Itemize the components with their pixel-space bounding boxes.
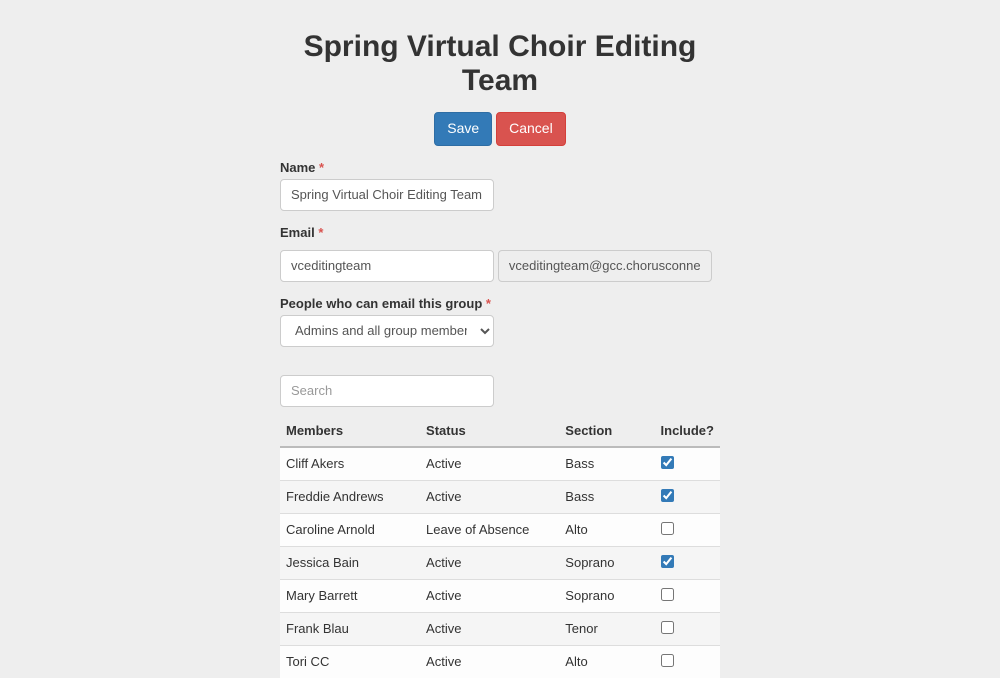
- member-name: Mary Barrett: [280, 579, 420, 612]
- table-row: Cliff AkersActiveBass: [280, 447, 720, 481]
- include-checkbox[interactable]: [661, 588, 674, 601]
- member-status: Active: [420, 612, 559, 645]
- name-label: Name *: [280, 160, 720, 175]
- permissions-select[interactable]: Admins and all group members: [280, 315, 494, 347]
- form-container: Spring Virtual Choir Editing Team Save C…: [280, 0, 720, 678]
- member-status: Active: [420, 579, 559, 612]
- table-row: Freddie AndrewsActiveBass: [280, 480, 720, 513]
- member-section: Alto: [559, 513, 654, 546]
- member-name: Jessica Bain: [280, 546, 420, 579]
- member-status: Active: [420, 546, 559, 579]
- email-full-display: [498, 250, 712, 282]
- include-checkbox[interactable]: [661, 555, 674, 568]
- member-include-cell: [655, 447, 720, 481]
- search-input[interactable]: [280, 375, 494, 407]
- member-section: Tenor: [559, 612, 654, 645]
- member-status: Active: [420, 447, 559, 481]
- col-header-status: Status: [420, 415, 559, 447]
- include-checkbox[interactable]: [661, 489, 674, 502]
- member-name: Caroline Arnold: [280, 513, 420, 546]
- member-name: Freddie Andrews: [280, 480, 420, 513]
- member-include-cell: [655, 513, 720, 546]
- permissions-group: People who can email this group * Admins…: [280, 296, 720, 347]
- member-include-cell: [655, 480, 720, 513]
- include-checkbox[interactable]: [661, 654, 674, 667]
- save-button[interactable]: Save: [434, 112, 492, 146]
- member-status: Leave of Absence: [420, 513, 559, 546]
- table-row: Caroline ArnoldLeave of AbsenceAlto: [280, 513, 720, 546]
- permissions-label: People who can email this group *: [280, 296, 720, 311]
- email-group: Email *: [280, 225, 720, 282]
- member-include-cell: [655, 579, 720, 612]
- name-input[interactable]: [280, 179, 494, 211]
- table-row: Mary BarrettActiveSoprano: [280, 579, 720, 612]
- member-section: Alto: [559, 645, 654, 678]
- include-checkbox[interactable]: [661, 456, 674, 469]
- member-section: Bass: [559, 447, 654, 481]
- col-header-include: Include?: [655, 415, 720, 447]
- member-section: Soprano: [559, 579, 654, 612]
- table-row: Frank BlauActiveTenor: [280, 612, 720, 645]
- name-group: Name *: [280, 160, 720, 211]
- page-title: Spring Virtual Choir Editing Team: [280, 30, 720, 98]
- member-status: Active: [420, 645, 559, 678]
- email-label: Email *: [280, 225, 720, 240]
- search-group: [280, 375, 720, 407]
- member-include-cell: [655, 546, 720, 579]
- member-include-cell: [655, 612, 720, 645]
- include-checkbox[interactable]: [661, 621, 674, 634]
- table-row: Jessica BainActiveSoprano: [280, 546, 720, 579]
- col-header-section: Section: [559, 415, 654, 447]
- members-table: Members Status Section Include? Cliff Ak…: [280, 415, 720, 678]
- member-name: Cliff Akers: [280, 447, 420, 481]
- member-name: Tori CC: [280, 645, 420, 678]
- cancel-button[interactable]: Cancel: [496, 112, 566, 146]
- member-status: Active: [420, 480, 559, 513]
- member-name: Frank Blau: [280, 612, 420, 645]
- member-section: Soprano: [559, 546, 654, 579]
- table-row: Tori CCActiveAlto: [280, 645, 720, 678]
- include-checkbox[interactable]: [661, 522, 674, 535]
- action-buttons: Save Cancel: [280, 112, 720, 146]
- col-header-members: Members: [280, 415, 420, 447]
- email-input[interactable]: [280, 250, 494, 282]
- member-section: Bass: [559, 480, 654, 513]
- member-include-cell: [655, 645, 720, 678]
